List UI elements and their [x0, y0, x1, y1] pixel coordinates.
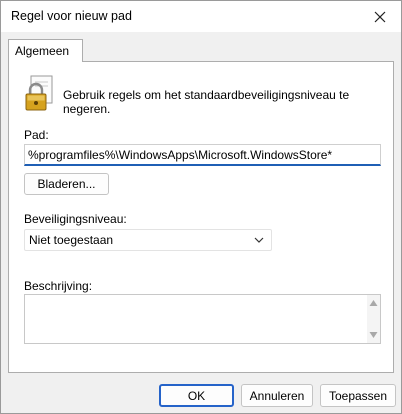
lock-document-icon [25, 75, 53, 111]
scroll-up-icon[interactable] [369, 299, 378, 307]
description-text: Gebruik regels om het standaardbeveiligi… [63, 88, 350, 116]
security-level-value: Niet toegestaan [29, 233, 114, 247]
cancel-button[interactable]: Annuleren [241, 384, 313, 407]
apply-button[interactable]: Toepassen [320, 384, 396, 407]
security-level-dropdown[interactable]: Niet toegestaan [24, 229, 272, 251]
close-button[interactable] [359, 1, 401, 32]
description-field[interactable] [24, 294, 381, 344]
window-title: Regel voor nieuw pad [11, 9, 132, 23]
dialog-window: Regel voor nieuw pad Algemeen Gebruik re… [0, 0, 402, 414]
path-label: Pad: [24, 128, 49, 142]
security-level-label: Beveiligingsniveau: [24, 212, 127, 226]
chevron-down-icon [254, 237, 264, 243]
description-scrollbar[interactable] [367, 295, 380, 343]
description-field-label: Beschrijving: [24, 279, 93, 293]
title-bar: Regel voor nieuw pad [1, 1, 401, 32]
scroll-down-icon[interactable] [369, 331, 378, 339]
general-panel: Gebruik regels om het standaardbeveiligi… [8, 61, 394, 373]
ok-button[interactable]: OK [159, 384, 234, 407]
tab-general[interactable]: Algemeen [8, 39, 83, 62]
browse-button[interactable]: Bladeren... [24, 173, 109, 195]
close-icon [374, 11, 386, 22]
path-input[interactable] [24, 144, 381, 166]
